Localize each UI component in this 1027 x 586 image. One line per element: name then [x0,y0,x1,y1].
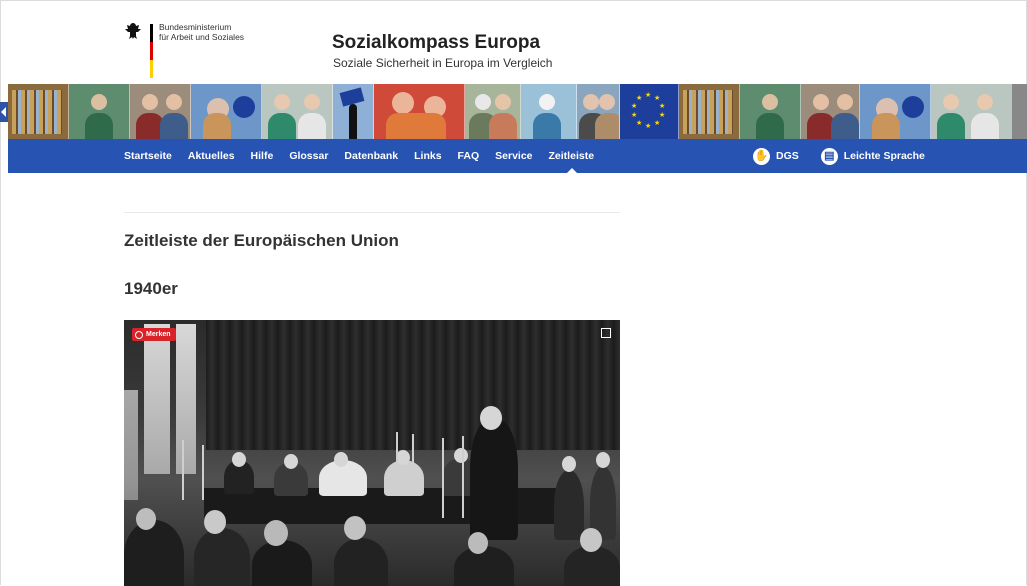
content-divider [124,212,620,213]
photo-drapery [206,320,620,450]
banner-photo-woman-headscarf-2 [740,84,801,139]
nav-item-zeitleiste[interactable]: Zeitleiste [541,139,603,173]
ministry-line-2: für Arbeit und Soziales [159,32,245,42]
photo-face [232,452,246,467]
nav-item-datenbank[interactable]: Datenbank [336,139,406,173]
merken-button[interactable]: Merken [132,328,176,341]
nav-item-aktuelles[interactable]: Aktuelles [180,139,243,173]
photo-audience-face [136,508,156,530]
photo-person [554,470,584,540]
photo-microphone [412,434,414,492]
photo-audience [454,546,514,586]
merken-label: Merken [146,331,171,338]
photo-audience-face [264,520,288,546]
banner-photo-library [8,84,69,139]
banner-photo-elderly-couple [465,84,521,139]
easy-language-book-icon: ▤ [820,147,838,165]
photo-banner: ★ ★ ★ ★ ★ ★ ★ ★ ★ ★ [8,84,1027,139]
photo-microphone [182,440,184,500]
banner-photo-girl-eu-flag-2 [860,84,931,139]
banner-photo-girl-eu-flag [191,84,262,139]
banner-photo-elderly-carer [262,84,333,139]
photo-audience [252,540,312,586]
nav-item-service[interactable]: Service [487,139,540,173]
bookmark-pin-icon [135,330,143,339]
banner-photo-woman-headscarf [69,84,130,139]
photo-face [454,448,468,463]
banner-eu-flag: ★ ★ ★ ★ ★ ★ ★ ★ ★ ★ [620,84,679,139]
nav-item-faq[interactable]: FAQ [450,139,488,173]
photo-window-edge [124,390,138,500]
photo-audience-face [344,516,366,540]
banner-photo-two-men [130,84,191,139]
banner-photo-children [374,84,465,139]
photo-microphone [442,438,444,518]
photo-face [562,456,576,472]
banner-photo-library-2 [679,84,740,139]
photo-microphone [202,445,204,500]
photo-audience [334,538,388,586]
photo-face [396,450,410,465]
main-navigation: Startseite Aktuelles Hilfe Glossar Daten… [8,139,1027,173]
photo-face [334,452,348,467]
site-header: Bundesministerium für Arbeit und Soziale… [0,0,1027,84]
nav-item-startseite[interactable]: Startseite [124,139,180,173]
photo-window-left [144,324,170,474]
banner-photo-elderly-carer-2 [931,84,1012,139]
banner-photo-couple-outdoor [577,84,620,139]
photo-speaker [470,420,518,540]
photo-microphone [396,432,398,492]
decade-heading: 1940er [124,279,178,298]
sign-language-hand-icon: ✋ [753,147,770,165]
photo-face [284,454,298,469]
leichte-sprache-button[interactable]: ▤ Leichte Sprache [820,147,925,165]
photo-audience-face [204,510,226,534]
page-title: Zeitleiste der Europäischen Union [124,231,399,250]
federal-eagle-icon [125,23,141,39]
accessibility-links: ✋ DGS ▤ Leichte Sprache [753,139,947,173]
banner-photo-worker-laptop [521,84,577,139]
nav-item-glossar[interactable]: Glossar [281,139,336,173]
banner-photo-two-men-2 [801,84,860,139]
nav-item-hilfe[interactable]: Hilfe [243,139,282,173]
photo-face [596,452,610,468]
photo-audience [564,546,620,586]
historical-photo[interactable]: Merken [124,320,620,586]
fullscreen-icon[interactable] [601,328,611,338]
banner-photo-flag-waver [333,84,374,139]
photo-window-left-2 [176,324,196,474]
ministry-line-1: Bundesministerium [159,22,232,32]
photo-person [384,460,424,496]
banner-prev-arrow-icon[interactable] [0,102,8,122]
nav-menu: Startseite Aktuelles Hilfe Glossar Daten… [124,139,602,173]
photo-microphone [462,436,464,518]
dgs-label: DGS [776,150,799,162]
ministry-name: Bundesministerium für Arbeit und Soziale… [159,22,279,42]
photo-speaker-face [480,406,502,430]
photo-audience [194,528,250,586]
dgs-button[interactable]: ✋ DGS [753,147,799,165]
nav-item-links[interactable]: Links [406,139,449,173]
photo-audience [124,520,184,586]
photo-audience-face [580,528,602,552]
site-subtitle: Soziale Sicherheit in Europa im Vergleic… [333,56,553,70]
photo-audience-face [468,532,488,554]
site-title[interactable]: Sozialkompass Europa [332,32,540,54]
german-flag-bar [150,24,153,78]
leichte-sprache-label: Leichte Sprache [843,150,925,162]
